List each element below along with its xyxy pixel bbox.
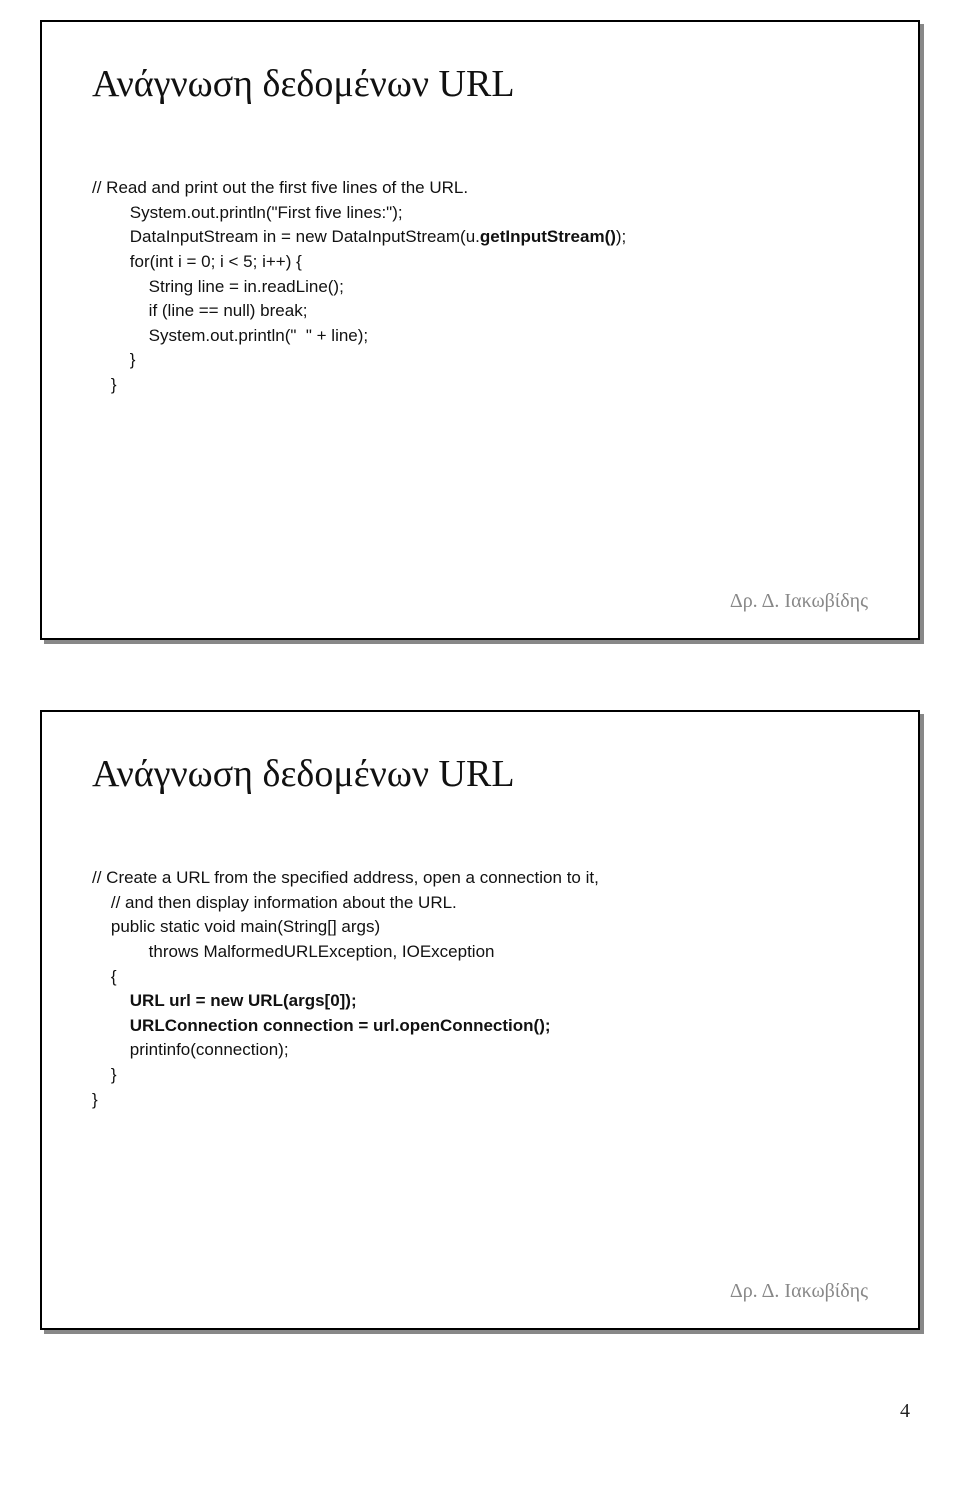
code-line: public static void main(String[] args): [92, 917, 380, 936]
code-line: for(int i = 0; i < 5; i++) {: [92, 252, 302, 271]
slide-1: Ανάγνωση δεδομένων URL // Read and print…: [40, 20, 920, 640]
slide-footer: Δρ. Δ. Ιακωβίδης: [730, 590, 868, 613]
code-comment: // and then display information about th…: [92, 893, 457, 912]
code-line: System.out.println(" " + line);: [92, 326, 368, 345]
code-line: printinfo(connection);: [92, 1040, 289, 1059]
code-line: if (line == null) break;: [92, 301, 307, 320]
code-line: }: [92, 350, 135, 369]
code-line: System.out.println("First five lines:");: [92, 203, 403, 222]
code-line: }: [92, 1090, 98, 1109]
code-bold: URLConnection connection = url.openConne…: [92, 1016, 551, 1035]
slide-2: Ανάγνωση δεδομένων URL // Create a URL f…: [40, 710, 920, 1330]
code-block: // Read and print out the first five lin…: [92, 176, 868, 398]
code-line: );: [616, 227, 626, 246]
slide-footer: Δρ. Δ. Ιακωβίδης: [730, 1280, 868, 1303]
code-line: throws MalformedURLException, IOExceptio…: [92, 942, 495, 961]
slide-title: Ανάγνωση δεδομένων URL: [92, 752, 868, 796]
code-line: String line = in.readLine();: [92, 277, 344, 296]
code-bold: URL url = new URL(args[0]);: [92, 991, 357, 1010]
page-number: 4: [40, 1400, 920, 1423]
code-line: {: [92, 967, 117, 986]
code-line: }: [92, 375, 117, 394]
code-line: DataInputStream in = new DataInputStream…: [92, 227, 480, 246]
code-bold: getInputStream(): [480, 227, 616, 246]
code-line: }: [92, 1065, 117, 1084]
code-block: // Create a URL from the specified addre…: [92, 866, 868, 1112]
slide-title: Ανάγνωση δεδομένων URL: [92, 62, 868, 106]
code-comment: // Read and print out the first five lin…: [92, 178, 468, 197]
code-comment: // Create a URL from the specified addre…: [92, 868, 599, 887]
